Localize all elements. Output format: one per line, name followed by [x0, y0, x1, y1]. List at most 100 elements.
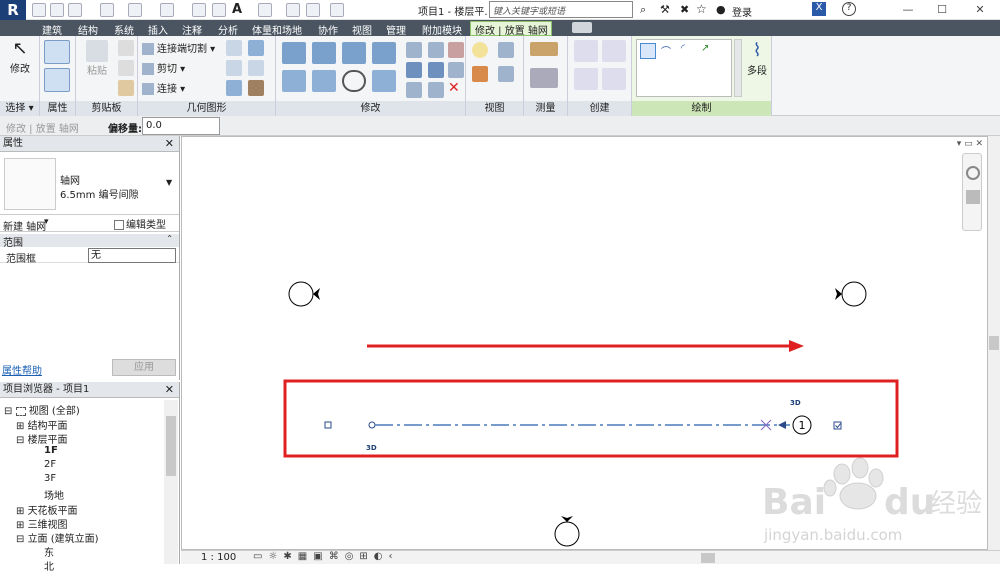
3d-view-icon[interactable]	[258, 3, 272, 17]
thin-lines-icon[interactable]	[306, 3, 320, 17]
measure-icon[interactable]	[192, 3, 206, 17]
trim-multiple-icon[interactable]	[448, 62, 464, 78]
cut-icon[interactable]	[118, 40, 134, 56]
linework-icon[interactable]	[472, 66, 488, 82]
undo-icon[interactable]	[100, 3, 114, 17]
split-gap-icon[interactable]	[428, 42, 444, 58]
multi-segment-button[interactable]: ⌇ 多段	[742, 40, 772, 77]
create-group-icon[interactable]	[574, 68, 598, 90]
tree-item-2f[interactable]: 2F	[44, 459, 56, 470]
tree-item-ceiling-plans[interactable]: ⊞ 天花板平面	[16, 502, 78, 517]
tab-modify-place-grid[interactable]: 修改 | 放置 轴网	[470, 21, 552, 37]
revit-logo-icon[interactable]: R	[0, 0, 26, 20]
close-window-icon[interactable]: ✕	[970, 1, 990, 19]
tree-item-1f[interactable]: 1F	[44, 445, 58, 456]
close-hidden-icon[interactable]	[330, 3, 344, 17]
tab-analyze[interactable]: 分析	[218, 22, 238, 37]
create-parts-icon[interactable]	[574, 40, 598, 62]
align-icon[interactable]	[282, 42, 306, 64]
pin-icon[interactable]	[406, 82, 422, 98]
mirror-axis-icon[interactable]	[342, 42, 366, 64]
view-scale[interactable]: 1 : 100	[201, 552, 236, 563]
grid-end-control[interactable]	[324, 421, 332, 429]
text-icon[interactable]: A	[232, 2, 242, 17]
scale-icon[interactable]	[428, 62, 444, 78]
offset-icon[interactable]	[312, 42, 336, 64]
search-input[interactable]: 键入关键字或短语	[489, 1, 633, 18]
close-icon[interactable]: ✕	[165, 382, 174, 398]
redo-icon[interactable]	[128, 3, 142, 17]
type-selector-dropdown[interactable]: ▼	[166, 178, 172, 187]
demolish-icon[interactable]	[226, 80, 242, 96]
line-icon[interactable]	[640, 43, 656, 59]
move-icon[interactable]	[282, 70, 306, 92]
tab-systems[interactable]: 系统	[114, 22, 134, 37]
sync-icon[interactable]	[68, 3, 82, 17]
exchange-icon[interactable]: X	[812, 2, 826, 16]
offset-input[interactable]: 0.0	[142, 117, 220, 135]
tab-collaborate[interactable]: 协作	[318, 22, 338, 37]
grid-3d-tag-top[interactable]: 3D	[790, 399, 801, 407]
scroll-thumb[interactable]	[166, 416, 176, 476]
properties-help-link[interactable]: 属性帮助	[2, 362, 42, 377]
edit-type-button[interactable]: 编辑类型	[114, 216, 166, 231]
tree-item-site[interactable]: 场地	[44, 487, 64, 502]
arc-center-icon[interactable]: ◜	[681, 43, 697, 59]
binoculars-icon[interactable]: ⌕	[640, 3, 646, 17]
dimension-icon[interactable]	[212, 3, 226, 17]
open-icon[interactable]	[32, 3, 46, 17]
copy-element-icon[interactable]	[312, 70, 336, 92]
create-similar-icon[interactable]	[602, 68, 626, 90]
hscroll-thumb[interactable]	[701, 553, 715, 563]
cope-icon[interactable]	[248, 40, 264, 56]
panel-select-label[interactable]: 选择 ▾	[0, 101, 39, 116]
user-icon[interactable]: ●	[716, 3, 726, 16]
join-geometry-button[interactable]: 连接 ▾	[142, 80, 185, 95]
tab-structure[interactable]: 结构	[78, 22, 98, 37]
tree-item-structural-plans[interactable]: ⊞ 结构平面	[16, 417, 68, 432]
vscroll-thumb[interactable]	[989, 336, 999, 350]
array-icon[interactable]	[406, 62, 422, 78]
mirror-draw-icon[interactable]	[372, 42, 396, 64]
hide-icon[interactable]	[472, 42, 488, 58]
tab-massing[interactable]: 体量和场地	[252, 22, 302, 37]
elevation-marker-west[interactable]	[288, 281, 320, 307]
join-cut-button[interactable]: 连接端切割 ▾	[142, 40, 215, 55]
trim-single-icon[interactable]	[428, 82, 444, 98]
create-assembly-icon[interactable]	[602, 40, 626, 62]
collapse-icon[interactable]: ⌃	[166, 234, 173, 243]
elevation-marker-south[interactable]	[554, 516, 580, 547]
grid-bubble[interactable]: 1	[792, 415, 812, 435]
maximize-icon[interactable]: ☐	[932, 1, 952, 19]
measure-distance-icon[interactable]	[530, 42, 558, 56]
communication-icon[interactable]: ✖	[680, 3, 689, 16]
elevation-marker-east[interactable]	[835, 281, 867, 307]
match-type-icon[interactable]	[118, 80, 134, 96]
favorites-icon[interactable]: ☆	[696, 2, 707, 16]
browser-scrollbar[interactable]	[164, 400, 178, 564]
tab-architecture[interactable]: 建筑	[42, 22, 62, 37]
save-icon[interactable]	[50, 3, 64, 17]
print-icon[interactable]	[160, 3, 174, 17]
aligned-dimension-icon[interactable]	[530, 68, 558, 88]
override-icon[interactable]	[498, 42, 514, 58]
copy-icon[interactable]	[118, 60, 134, 76]
pick-lines-icon[interactable]: ↗	[701, 43, 717, 59]
unpin-icon[interactable]	[448, 42, 464, 58]
tree-item-north[interactable]: 北	[44, 558, 54, 573]
graphics-icon[interactable]	[498, 66, 514, 82]
paint-icon[interactable]	[248, 60, 264, 76]
tree-item-elevations[interactable]: ⊟ 立面 (建筑立面)	[16, 530, 99, 545]
tree-item-3d-views[interactable]: ⊞ 三维视图	[16, 516, 68, 531]
tab-manage[interactable]: 管理	[386, 22, 406, 37]
close-icon[interactable]: ✕	[165, 136, 174, 152]
minimize-icon[interactable]: —	[898, 1, 918, 19]
section-icon[interactable]	[286, 3, 300, 17]
scope-box-value[interactable]: 无	[88, 248, 176, 263]
dropdown-icon[interactable]: ▾	[44, 217, 49, 227]
grid-line[interactable]	[368, 419, 790, 431]
apply-button[interactable]: 应用	[112, 359, 176, 376]
gallery-scroll[interactable]	[734, 39, 742, 97]
modify-button[interactable]: ↖ 修改	[4, 38, 36, 75]
delete-icon[interactable]: ✕	[448, 80, 460, 96]
